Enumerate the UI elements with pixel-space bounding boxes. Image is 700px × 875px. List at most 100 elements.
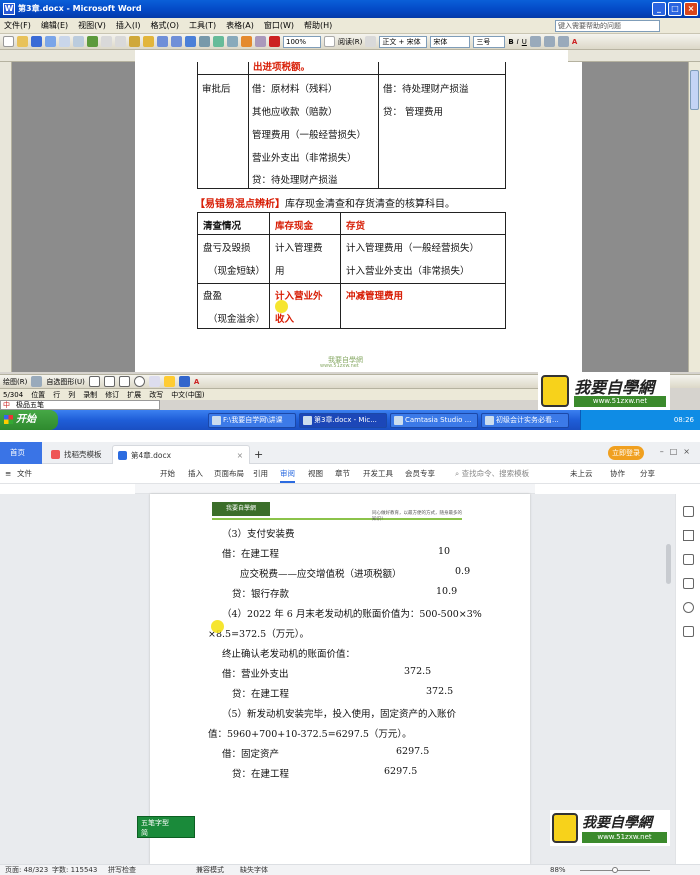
menu-start[interactable]: 开始 <box>160 464 175 484</box>
paste-icon[interactable] <box>129 36 140 47</box>
taskbar-item[interactable]: F:\我要自学网\讲课 <box>208 412 296 428</box>
minimize-button[interactable]: _ <box>652 2 666 16</box>
help-icon[interactable] <box>324 36 335 47</box>
ime-toolbar[interactable]: 五笔字型 简 <box>137 816 195 838</box>
italic-button[interactable]: I <box>517 38 519 46</box>
system-tray-clock[interactable]: 08:26 <box>580 410 700 430</box>
location-icon[interactable] <box>683 602 694 613</box>
preview-icon[interactable] <box>73 36 84 47</box>
cut-icon[interactable] <box>101 36 112 47</box>
start-button[interactable]: 开始 <box>0 410 58 430</box>
close-button[interactable]: × <box>684 2 698 16</box>
cursor-icon[interactable] <box>683 530 694 541</box>
page-indicator[interactable]: 页面: 48/323 <box>5 865 48 875</box>
collaborate-button[interactable]: 协作 <box>610 464 625 484</box>
menu-file[interactable]: 文件 <box>17 464 32 484</box>
spell-check-icon[interactable] <box>87 36 98 47</box>
font-select[interactable]: 宋体 <box>430 35 471 48</box>
cloud-status[interactable]: 未上云 <box>570 464 593 484</box>
font-color-icon[interactable]: A <box>572 38 577 46</box>
menu-edit[interactable]: 编辑(E) <box>41 20 68 31</box>
draw-menu[interactable]: 绘图(R) <box>3 377 27 387</box>
menu-member[interactable]: 会员专享 <box>405 464 435 484</box>
align-left-icon[interactable] <box>529 36 541 47</box>
zoom-level[interactable]: 88% <box>550 865 566 875</box>
underline-button[interactable]: U <box>522 38 527 46</box>
bold-button[interactable]: B <box>508 38 513 46</box>
rectangle-icon[interactable] <box>118 376 130 387</box>
command-search[interactable]: ⌕ 查找命令、搜索模板 <box>455 464 529 484</box>
taskbar-item[interactable]: Camtasia Studio ... <box>390 412 478 428</box>
textbox-icon[interactable] <box>148 376 160 387</box>
menu-chapter[interactable]: 章节 <box>335 464 350 484</box>
image-icon[interactable] <box>683 626 694 637</box>
ime-toolbar[interactable]: 中极品五笔 <box>0 400 160 410</box>
menu-view[interactable]: 视图(V) <box>78 20 106 31</box>
tab-document[interactable]: 第4章.docx × <box>112 445 250 464</box>
adjust-icon[interactable] <box>683 554 694 565</box>
zoom-select[interactable]: 100% <box>283 35 321 48</box>
align-right-icon[interactable] <box>557 36 569 47</box>
spell-check-toggle[interactable]: 拼写检查 <box>108 865 136 875</box>
oval-icon[interactable] <box>133 376 145 387</box>
arrow-icon[interactable] <box>103 376 115 387</box>
show-hide-icon[interactable] <box>269 36 280 47</box>
menu-dev-tools[interactable]: 开发工具 <box>363 464 393 484</box>
word-count[interactable]: 字数: 115543 <box>52 865 97 875</box>
print-icon[interactable] <box>59 36 70 47</box>
menu-format[interactable]: 格式(O) <box>150 20 179 31</box>
styles-icon[interactable] <box>365 36 377 47</box>
menu-help[interactable]: 帮助(H) <box>304 20 332 31</box>
status-item[interactable]: 扩展 <box>127 390 141 400</box>
menu-reference[interactable]: 引用 <box>253 464 268 484</box>
align-center-icon[interactable] <box>543 36 555 47</box>
draw-font-color-icon[interactable]: A <box>194 378 199 386</box>
font-size-select[interactable]: 三号 <box>473 35 506 48</box>
tab-home[interactable]: 首页 <box>0 442 42 464</box>
columns-icon[interactable] <box>227 36 238 47</box>
menu-view[interactable]: 视图 <box>308 464 323 484</box>
missing-font[interactable]: 缺失字体 <box>240 865 268 875</box>
zoom-slider-handle[interactable] <box>612 867 618 873</box>
menu-table[interactable]: 表格(A) <box>226 20 254 31</box>
new-doc-icon[interactable] <box>3 36 14 47</box>
menu-hamburger-icon[interactable]: ≡ <box>5 464 11 484</box>
hyperlink-icon[interactable] <box>185 36 196 47</box>
menu-insert[interactable]: 插入(I) <box>116 20 141 31</box>
vertical-scrollbar[interactable] <box>688 62 700 372</box>
help-search-input[interactable]: 键入需要帮助的问题 <box>555 20 660 32</box>
taskbar-item[interactable]: 第3章.docx - Mic... <box>299 412 387 428</box>
select-objects-icon[interactable] <box>31 376 43 387</box>
window-controls[interactable]: –□× <box>660 447 696 456</box>
menu-file[interactable]: 文件(F) <box>4 20 31 31</box>
undo-icon[interactable] <box>157 36 168 47</box>
menu-tools[interactable]: 工具(T) <box>189 20 216 31</box>
menu-review[interactable]: 审阅 <box>280 464 295 484</box>
maximize-button[interactable]: □ <box>668 2 682 16</box>
line-color-icon[interactable] <box>178 376 190 387</box>
compat-mode[interactable]: 兼容模式 <box>196 865 224 875</box>
vertical-scrollbar-thumb[interactable] <box>666 544 671 584</box>
table-icon[interactable] <box>199 36 210 47</box>
read-mode-button[interactable]: 阅读(R) <box>338 37 362 47</box>
layout-icon[interactable] <box>683 578 694 589</box>
pen-icon[interactable] <box>683 506 694 517</box>
line-icon[interactable] <box>88 376 100 387</box>
permission-icon[interactable] <box>45 36 56 47</box>
autoshape-menu[interactable]: 自选图形(U) <box>46 377 85 387</box>
format-painter-icon[interactable] <box>143 36 154 47</box>
status-item[interactable]: 改写 <box>149 390 163 400</box>
drawing-icon[interactable] <box>241 36 252 47</box>
doc-map-icon[interactable] <box>255 36 266 47</box>
menu-insert[interactable]: 插入 <box>188 464 203 484</box>
share-button[interactable]: 分享 <box>640 464 655 484</box>
save-icon[interactable] <box>31 36 42 47</box>
tab-close-icon[interactable]: × <box>237 446 243 465</box>
status-item[interactable]: 修订 <box>105 390 119 400</box>
new-tab-button[interactable]: + <box>250 445 266 464</box>
login-button[interactable]: 立即登录 <box>608 446 644 460</box>
tab-template[interactable]: 找稻壳模板 <box>46 445 112 464</box>
fill-color-icon[interactable] <box>163 376 175 387</box>
redo-icon[interactable] <box>171 36 182 47</box>
taskbar-item[interactable]: 初级会计实务必看... <box>481 412 569 428</box>
